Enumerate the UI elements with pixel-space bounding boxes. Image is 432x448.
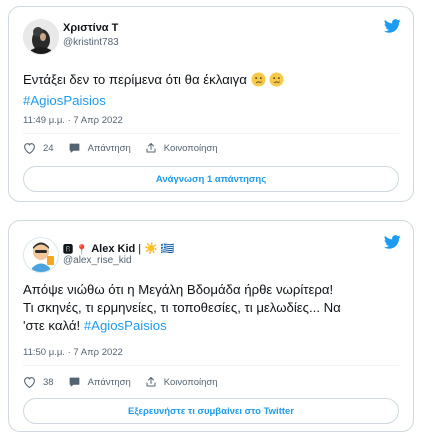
hashtag-link[interactable]: #AgiosPaisios: [84, 318, 167, 333]
reply-bubble-icon: [69, 143, 79, 153]
reply-label: Απάντηση: [87, 142, 131, 154]
read-replies-button[interactable]: Ανάγνωση 1 απάντησης: [23, 166, 399, 192]
tweet-timestamp[interactable]: 11:50 μ.μ. · 7 Απρ 2022: [23, 347, 123, 358]
user-handle[interactable]: @alex_rise_kid: [63, 255, 132, 266]
heart-icon: [24, 377, 35, 388]
user-handle[interactable]: @kristint783: [63, 37, 119, 48]
avatar-image: [24, 20, 58, 54]
share-button[interactable]: Κοινοποίηση: [145, 142, 218, 154]
display-name-prefix: 🅱 📍: [63, 245, 89, 256]
tweet-actions: 38 Απάντηση Κοινοποίηση: [23, 376, 232, 388]
crying-face-emoji: [269, 72, 284, 92]
heart-icon: [24, 143, 35, 154]
display-name-suffix: | ☀️ 🇬🇷: [138, 243, 175, 255]
tweet-actions: 24 Απάντηση Κοινοποίηση: [23, 142, 232, 154]
tweet-text-line: Τι σκηνές, τι ερμηνείες, τι τοποθεσίες, …: [23, 300, 341, 315]
avatar[interactable]: [23, 237, 59, 273]
reply-button[interactable]: Απάντηση: [68, 376, 131, 388]
hashtag-link[interactable]: #AgiosPaisios: [23, 93, 106, 108]
twitter-bird-icon[interactable]: [384, 19, 401, 33]
display-name[interactable]: Χριστίνα Τ: [63, 22, 118, 34]
share-label: Κοινοποίηση: [163, 376, 218, 388]
like-button[interactable]: 24: [23, 142, 54, 154]
tweet-text-line: 'στε καλά!: [23, 318, 81, 333]
divider: [23, 365, 399, 366]
twitter-bird-icon[interactable]: [384, 235, 401, 249]
tweet-card[interactable]: 🅱 📍 Alex Kid | ☀️ 🇬🇷 @alex_rise_kid Απόψ…: [8, 220, 414, 432]
divider: [23, 133, 399, 134]
avatar-image: [24, 238, 58, 272]
share-label: Κοινοποίηση: [163, 142, 218, 154]
tweet-text: Απόψε νιώθω ότι η Μεγάλη Βδομάδα ήρθε νω…: [23, 281, 397, 335]
explore-twitter-button[interactable]: Εξερευνήστε τι συμβαίνει στο Twitter: [23, 398, 399, 424]
reply-bubble-icon: [69, 377, 79, 387]
like-count: 38: [43, 376, 54, 388]
reply-label: Απάντηση: [87, 376, 131, 388]
tweet-text-body: Εντάξει δεν το περίμενα ότι θα έκλαιγα: [23, 72, 247, 87]
share-button[interactable]: Κοινοποίηση: [145, 376, 218, 388]
like-count: 24: [43, 142, 54, 154]
crying-face-emoji: [251, 72, 266, 92]
share-upload-icon: [146, 143, 156, 153]
display-name-text: Χριστίνα Τ: [63, 22, 119, 34]
avatar[interactable]: [23, 19, 59, 55]
display-name-text: Alex Kid: [91, 242, 136, 255]
tweet-text: Εντάξει δεν το περίμενα ότι θα έκλαιγα #…: [23, 71, 397, 110]
tweet-text-line: Απόψε νιώθω ότι η Μεγάλη Βδομάδα ήρθε νω…: [23, 282, 334, 297]
share-upload-icon: [146, 377, 156, 387]
tweet-card[interactable]: Χριστίνα Τ @kristint783 Εντάξει δεν το π…: [8, 6, 414, 202]
reply-button[interactable]: Απάντηση: [68, 142, 131, 154]
display-name[interactable]: 🅱 📍 Alex Kid | ☀️ 🇬🇷: [63, 241, 175, 257]
tweet-timestamp[interactable]: 11:49 μ.μ. · 7 Απρ 2022: [23, 115, 123, 126]
like-button[interactable]: 38: [23, 376, 54, 388]
